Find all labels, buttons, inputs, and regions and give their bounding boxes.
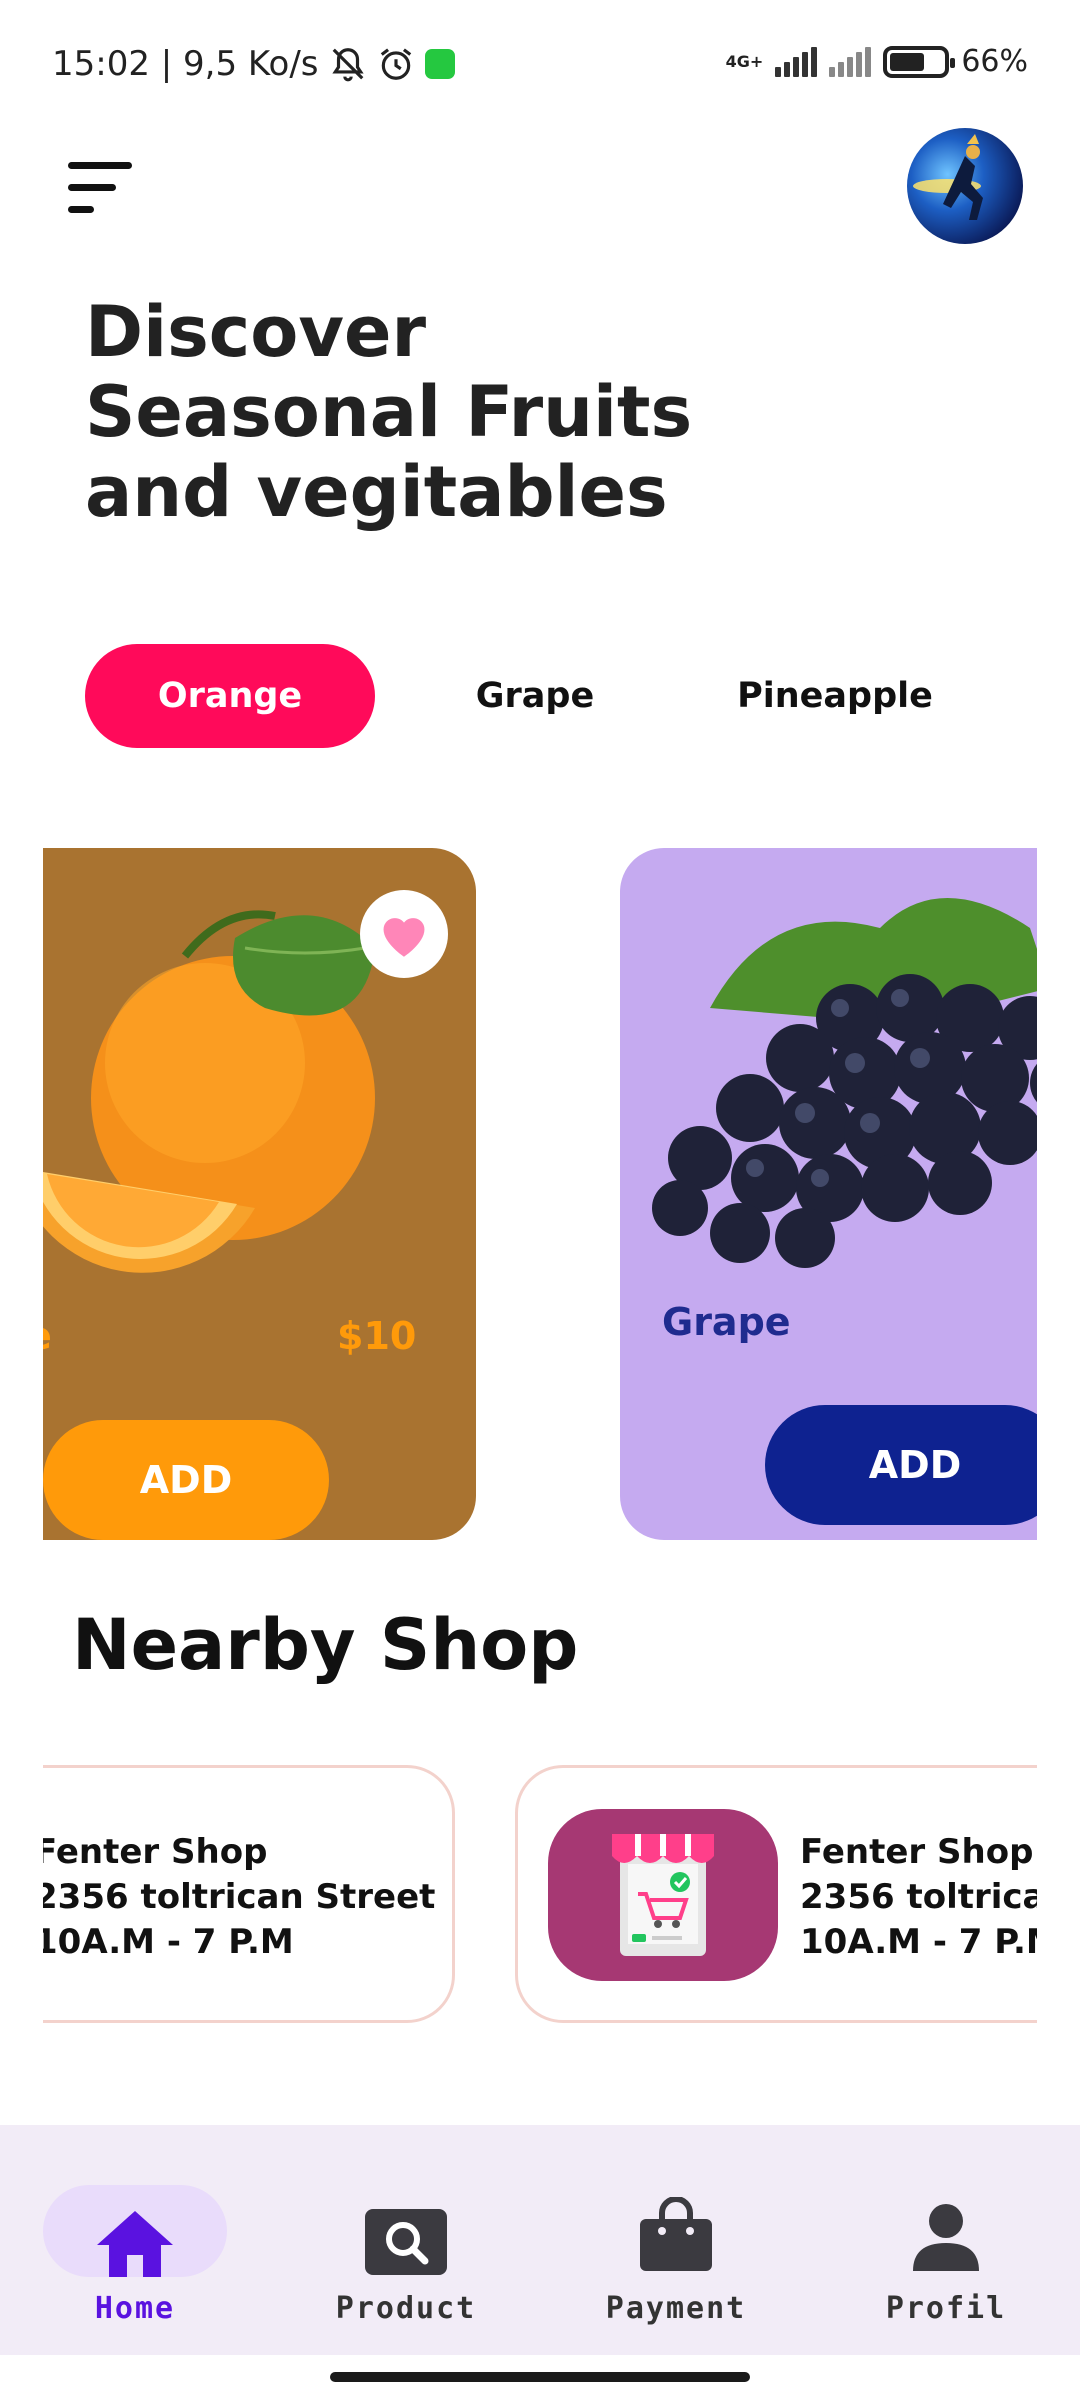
menu-icon-line-3 [68, 206, 94, 213]
add-button-label: ADD [139, 1458, 233, 1502]
bottom-nav: Home Product Payment Profil [0, 2125, 1080, 2355]
add-button-label: ADD [868, 1443, 962, 1487]
person-icon [913, 2204, 979, 2271]
nav-profile[interactable]: Profil [846, 2151, 1046, 2326]
shop-hours: 10A.M - 7 P.M [800, 1922, 1037, 1962]
product-price: $10 [337, 1314, 417, 1358]
nav-home[interactable]: Home [27, 2151, 227, 2326]
battery-icon [883, 45, 956, 78]
favorite-button[interactable] [360, 890, 448, 978]
shop-card[interactable]: Fenter Shop 2356 toltrican Street 10A.M … [43, 1765, 455, 2023]
search-icon [365, 2209, 447, 2275]
tab-label: Pineapple [737, 676, 933, 716]
add-button-orange[interactable]: ADD [43, 1420, 329, 1540]
product-carousel[interactable]: Orange $10 ADD Grape ADD [43, 848, 1037, 1540]
nav-product[interactable]: Product [306, 2151, 506, 2326]
menu-button[interactable] [62, 158, 138, 218]
product-name: Grape [662, 1300, 791, 1344]
status-bar: 15:02 | 9,5 Ko/s 4G+ 66% [0, 0, 1080, 130]
home-indicator[interactable] [330, 2372, 750, 2382]
shopping-bag-icon [640, 2197, 712, 2271]
tab-pineapple[interactable]: Pineapple [720, 644, 950, 748]
bell-off-icon [331, 48, 364, 82]
section-title-nearby: Nearby Shop [72, 1604, 579, 1686]
shop-card[interactable]: Fenter Shop 2356 toltrican Street 10A.M … [515, 1765, 1037, 2023]
home-icon [97, 2211, 173, 2277]
tab-orange[interactable]: Orange [85, 644, 375, 748]
nav-label: Home [94, 2291, 176, 2326]
heart-icon [383, 918, 425, 957]
shop-name: Fenter Shop [43, 1832, 268, 1872]
signal-secondary-icon [829, 46, 872, 77]
whatsapp-icon [424, 49, 455, 79]
network-type: 4G+ [725, 51, 764, 71]
tab-label: Grape [475, 676, 595, 716]
shop-carousel[interactable]: Fenter Shop 2356 toltrican Street 10A.M … [43, 1765, 1037, 2025]
nav-label: Profil [885, 2291, 1007, 2326]
shop-address: 2356 toltrican Street [800, 1877, 1037, 1917]
menu-icon-line-1 [68, 162, 132, 169]
shop-thumbnail [548, 1809, 778, 1981]
menu-icon-line-2 [68, 184, 116, 191]
nav-payment[interactable]: Payment [576, 2151, 776, 2326]
page-title: Discover Seasonal Fruits and vegitables [85, 291, 693, 533]
status-left: 15:02 | 9,5 Ko/s [52, 44, 455, 84]
product-card-orange[interactable]: Orange $10 ADD [43, 848, 476, 1540]
alarm-icon [380, 48, 411, 80]
nav-label: Payment [605, 2291, 747, 2326]
tab-label: Orange [157, 676, 303, 716]
shop-name: Fenter Shop [800, 1832, 1034, 1872]
avatar-image [913, 134, 983, 220]
battery-fill [890, 52, 925, 71]
store-icon [612, 1834, 714, 1956]
nav-label: Product [335, 2291, 477, 2326]
grape-image [652, 898, 1037, 1268]
add-button-grape[interactable]: ADD [765, 1405, 1037, 1525]
status-right: 4G+ 66% [726, 44, 1028, 79]
product-card-grape[interactable]: Grape ADD [620, 848, 1037, 1540]
battery-percent: 66% [961, 44, 1028, 79]
status-time: 15:02 | 9,5 Ko/s [52, 44, 319, 84]
tab-grape[interactable]: Grape [420, 644, 650, 748]
avatar[interactable] [907, 128, 1023, 244]
shop-address: 2356 toltrican Street [43, 1877, 436, 1917]
product-name: Orange [43, 1314, 52, 1358]
shop-hours: 10A.M - 7 P.M [43, 1922, 294, 1962]
signal-icon [775, 46, 818, 77]
